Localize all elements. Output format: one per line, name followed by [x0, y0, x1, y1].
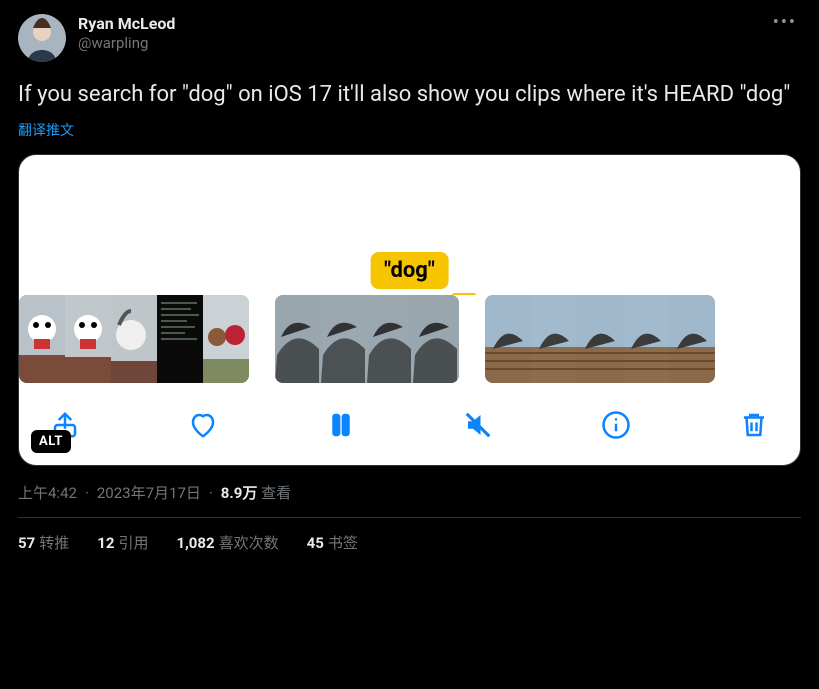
author-handle[interactable]: @warpling	[78, 34, 175, 53]
like-count[interactable]: 1,082喜欢次数	[176, 532, 278, 553]
tweet-meta: 上午4:42 2023年7月17日 8.9万 查看	[18, 482, 801, 503]
media-controls	[19, 383, 800, 465]
heart-icon[interactable]	[185, 407, 221, 443]
author-block: Ryan McLeod @warpling	[78, 14, 175, 53]
clip-thumbnail	[19, 295, 249, 383]
trash-icon[interactable]	[736, 407, 772, 443]
tweet-stats: 57转推 12引用 1,082喜欢次数 45书签	[18, 532, 801, 553]
translate-link[interactable]: 翻译推文	[18, 120, 74, 140]
pause-icon[interactable]	[323, 407, 359, 443]
quote-count[interactable]: 12引用	[97, 532, 148, 553]
media-top: "dog"	[19, 155, 800, 295]
avatar[interactable]	[18, 14, 66, 62]
tweet-date[interactable]: 2023年7月17日	[97, 482, 201, 503]
timeline-strip	[19, 295, 800, 383]
divider	[18, 517, 801, 518]
mute-icon[interactable]	[460, 407, 496, 443]
tweet-body: If you search for "dog" on iOS 17 it'll …	[18, 80, 801, 110]
tweet-views[interactable]: 8.9万 查看	[221, 482, 291, 503]
attached-media[interactable]: "dog"	[18, 154, 801, 466]
clip-thumbnail	[485, 295, 715, 383]
clip-thumbnail	[275, 295, 459, 383]
author-name[interactable]: Ryan McLeod	[78, 14, 175, 34]
search-tag: "dog"	[370, 252, 449, 289]
retweet-count[interactable]: 57转推	[18, 532, 69, 553]
tweet: ••• Ryan McLeod @warpling If you search …	[0, 0, 819, 553]
tweet-time[interactable]: 上午4:42	[18, 482, 77, 503]
more-icon[interactable]: •••	[773, 12, 797, 33]
bookmark-count[interactable]: 45书签	[307, 532, 358, 553]
alt-badge[interactable]: ALT	[31, 430, 71, 453]
tweet-header: Ryan McLeod @warpling	[18, 14, 801, 62]
info-icon[interactable]	[598, 407, 634, 443]
